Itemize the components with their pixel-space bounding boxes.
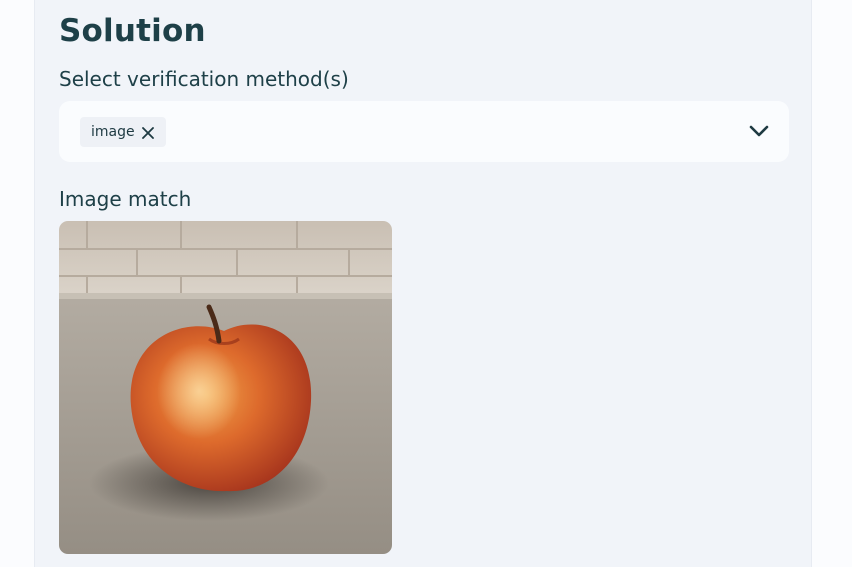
verification-method-select[interactable]: image (59, 101, 789, 162)
chevron-down-icon[interactable] (749, 123, 769, 137)
chip-label: image (91, 124, 135, 140)
image-match-photo (59, 221, 392, 554)
image-match-label: Image match (59, 187, 192, 211)
close-icon[interactable] (141, 125, 155, 139)
verification-method-label: Select verification method(s) (59, 67, 349, 91)
selected-method-chip: image (80, 117, 166, 147)
solution-panel: Solution Select verification method(s) i… (34, 0, 812, 567)
section-title: Solution (59, 13, 206, 49)
